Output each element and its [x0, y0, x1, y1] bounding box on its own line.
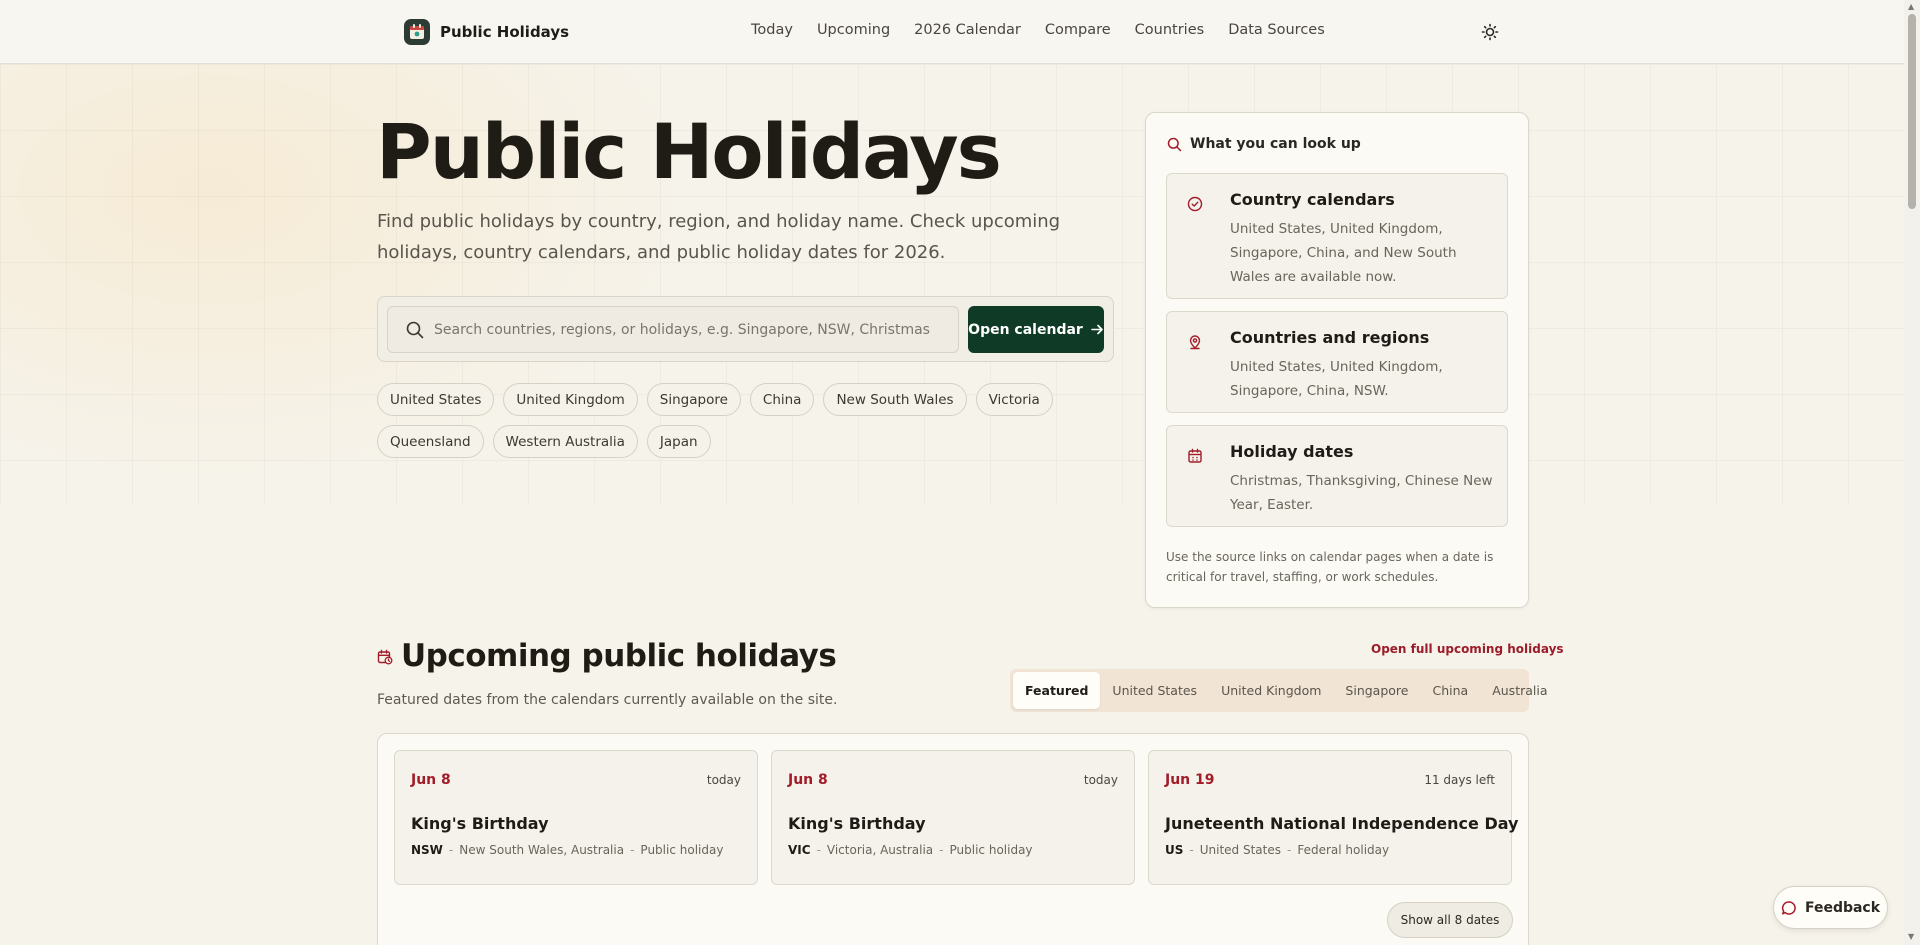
holiday-type: Public holiday — [949, 843, 1033, 857]
tab-australia[interactable]: Australia — [1480, 672, 1559, 709]
holiday-card[interactable]: Jun 19 11 days left Juneteenth National … — [1148, 750, 1518, 885]
holiday-meta: VIC - Victoria, Australia - Public holiday — [788, 843, 1033, 857]
holiday-card[interactable]: Jun 8 today King's Birthday VIC - Victoria… — [771, 750, 1135, 885]
theme-toggle-button[interactable] — [1480, 22, 1500, 42]
region-code: VIC — [788, 843, 811, 857]
chip-western-australia[interactable]: Western Australia — [492, 425, 638, 458]
hero-subtitle: Find public holidays by country, region,… — [377, 211, 1061, 263]
feedback-button[interactable]: Feedback — [1773, 886, 1888, 929]
upcoming-subtitle: Featured dates from the calendars curren… — [377, 692, 838, 708]
nav-compare[interactable]: Compare — [1045, 22, 1111, 38]
calendar-logo-icon — [404, 19, 430, 45]
lookup-note: Use the source links on calendar pages w… — [1166, 550, 1494, 584]
lookup-item-country-calendars: Country calendars United States, United … — [1166, 173, 1508, 299]
holiday-type: Public holiday — [640, 843, 724, 857]
lookup-item-text: Christmas, Thanksgiving, Chinese New Yea… — [1230, 473, 1493, 513]
tab-featured[interactable]: Featured — [1013, 672, 1101, 709]
upcoming-panel: Jun 8 today King's Birthday NSW - New Sout… — [377, 733, 1529, 945]
region-code: US — [1165, 843, 1184, 857]
lookup-heading-text: What you can look up — [1190, 136, 1361, 152]
search-field[interactable] — [387, 306, 959, 353]
country-tabs: Featured United States United Kingdom Si… — [1010, 669, 1548, 712]
lookup-item-countries-regions: Countries and regions United States, Uni… — [1166, 311, 1508, 413]
chip-united-kingdom[interactable]: United Kingdom — [503, 383, 638, 416]
open-calendar-label: Open calendar — [968, 321, 1083, 338]
scroll-down-icon[interactable]: ▼ — [1908, 932, 1914, 941]
holiday-date: Jun 8 — [411, 772, 451, 788]
lookup-item-text: United States, United Kingdom, Singapore… — [1230, 221, 1457, 285]
holiday-type: Federal holiday — [1297, 843, 1390, 857]
check-circle-icon — [1187, 196, 1203, 212]
chip-china[interactable]: China — [749, 383, 815, 416]
open-calendar-button[interactable]: Open calendar — [968, 306, 1104, 353]
location-pin-icon — [1189, 335, 1201, 350]
main-nav: Today Upcoming 2026 Calendar Compare Cou… — [751, 22, 1325, 38]
tab-china[interactable]: China — [1420, 672, 1480, 709]
chip-singapore[interactable]: Singapore — [646, 383, 741, 416]
brand[interactable]: Public Holidays — [404, 19, 569, 45]
region-code: NSW — [411, 843, 443, 857]
search-icon — [406, 321, 424, 339]
holiday-date: Jun 8 — [788, 772, 828, 788]
scroll-up-icon[interactable]: ▲ — [1908, 2, 1914, 11]
holiday-meta: NSW - New South Wales, Australia - Public ho… — [411, 843, 724, 857]
lookup-item-text: United States, United Kingdom, Singapore… — [1230, 359, 1443, 399]
holiday-relative-time: today — [1083, 773, 1118, 787]
tab-united-states[interactable]: United States — [1100, 672, 1209, 709]
quick-links: United States United Kingdom Singapore C… — [377, 383, 1057, 458]
region-name: United States — [1199, 843, 1281, 857]
holiday-meta: US - United States - Federal holiday — [1165, 843, 1390, 857]
chip-victoria[interactable]: Victoria — [975, 383, 1053, 416]
feedback-label: Feedback — [1804, 899, 1881, 916]
lookup-item-title: Holiday dates — [1230, 442, 1354, 461]
scroll-thumb[interactable] — [1908, 14, 1916, 209]
chip-queensland[interactable]: Queensland — [377, 425, 484, 458]
chat-bubble-icon — [1781, 900, 1796, 915]
chip-united-states[interactable]: United States — [377, 383, 495, 416]
holiday-relative-time: 11 days left — [1424, 773, 1495, 787]
holiday-name: King's Birthday — [411, 814, 549, 833]
lookup-item-title: Countries and regions — [1230, 328, 1430, 347]
region-name: New South Wales, Australia — [459, 843, 625, 857]
nav-data-sources[interactable]: Data Sources — [1228, 22, 1325, 38]
lookup-item-holiday-dates: Holiday dates Christmas, Thanksgiving, C… — [1166, 425, 1508, 527]
calendar-icon — [1188, 448, 1202, 463]
holiday-date: Jun 19 — [1165, 772, 1215, 788]
nav-2026-calendar[interactable]: 2026 Calendar — [914, 22, 1021, 38]
holiday-card[interactable]: Jun 8 today King's Birthday NSW - New Sout… — [394, 750, 758, 885]
lookup-card: What you can look up Country calendars U… — [1145, 112, 1529, 608]
show-all-dates-button[interactable]: Show all 8 dates — [1387, 902, 1513, 938]
search-icon — [1167, 137, 1182, 151]
arrow-right-icon — [1091, 324, 1103, 335]
sun-icon — [1481, 23, 1499, 41]
lookup-item-title: Country calendars — [1230, 190, 1395, 209]
chip-new-south-wales[interactable]: New South Wales — [823, 383, 967, 416]
page-scrollbar[interactable]: ▲ ▼ — [1904, 0, 1920, 945]
brand-name: Public Holidays — [440, 23, 570, 41]
page-title: Public Holidays — [376, 107, 1002, 196]
search-input[interactable] — [434, 307, 954, 352]
holiday-name: King's Birthday — [788, 814, 926, 833]
search-bar: Open calendar — [377, 296, 1114, 362]
site-header: Public Holidays Today Upcoming 2026 Cale… — [0, 0, 1904, 64]
holiday-relative-time: today — [706, 773, 741, 787]
tab-singapore[interactable]: Singapore — [1333, 672, 1420, 709]
tab-united-kingdom[interactable]: United Kingdom — [1209, 672, 1333, 709]
nav-countries[interactable]: Countries — [1135, 22, 1205, 38]
nav-today[interactable]: Today — [751, 22, 793, 38]
holiday-name: Juneteenth National Independence Day — [1165, 814, 1519, 833]
calendar-clock-icon — [377, 649, 393, 665]
nav-upcoming[interactable]: Upcoming — [817, 22, 890, 38]
chip-japan[interactable]: Japan — [646, 425, 711, 458]
lookup-heading: What you can look up — [1167, 136, 1361, 152]
upcoming-title: Upcoming public holidays — [401, 638, 837, 674]
open-full-upcoming-link[interactable]: Open full upcoming holidays — [1371, 642, 1564, 656]
region-name: Victoria, Australia — [826, 843, 934, 857]
